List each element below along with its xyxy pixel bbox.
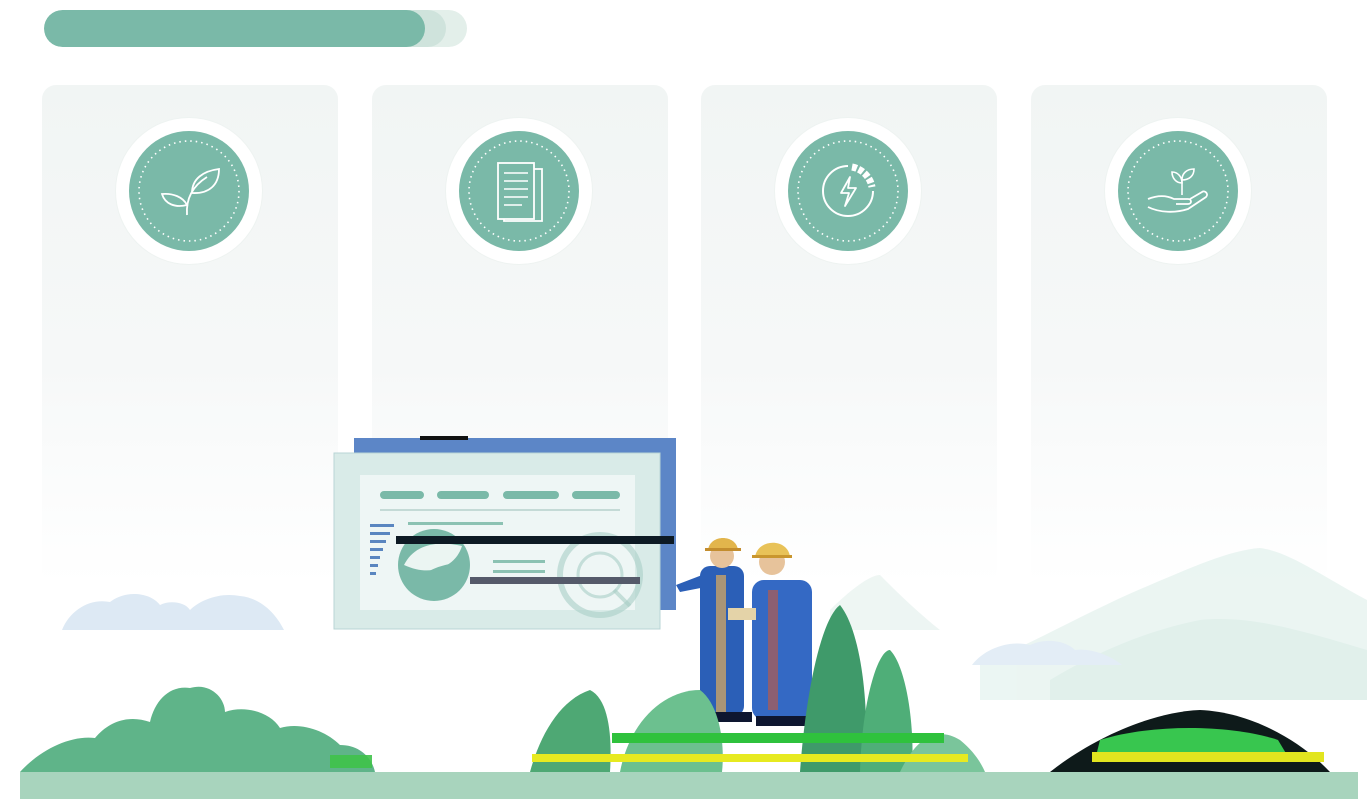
icon-ring [1105,118,1251,264]
cloud-left [62,594,284,630]
ground [20,772,1358,799]
feature-card-leaf[interactable] [42,85,338,585]
feature-card-document[interactable] [372,85,668,585]
leaf-icon [129,131,249,251]
progress-bar [44,10,467,47]
cloud-right [972,640,1122,665]
icon-ring [446,118,592,264]
feature-card-hand-sprout[interactable] [1031,85,1327,585]
feature-card-energy[interactable] [701,85,997,585]
plants [20,605,1330,772]
icon-ring [116,118,262,264]
energy-cycle-icon [788,131,908,251]
icon-ring [775,118,921,264]
document-icon [459,131,579,251]
hand-sprout-icon [1118,131,1238,251]
progress-fill [44,10,425,47]
